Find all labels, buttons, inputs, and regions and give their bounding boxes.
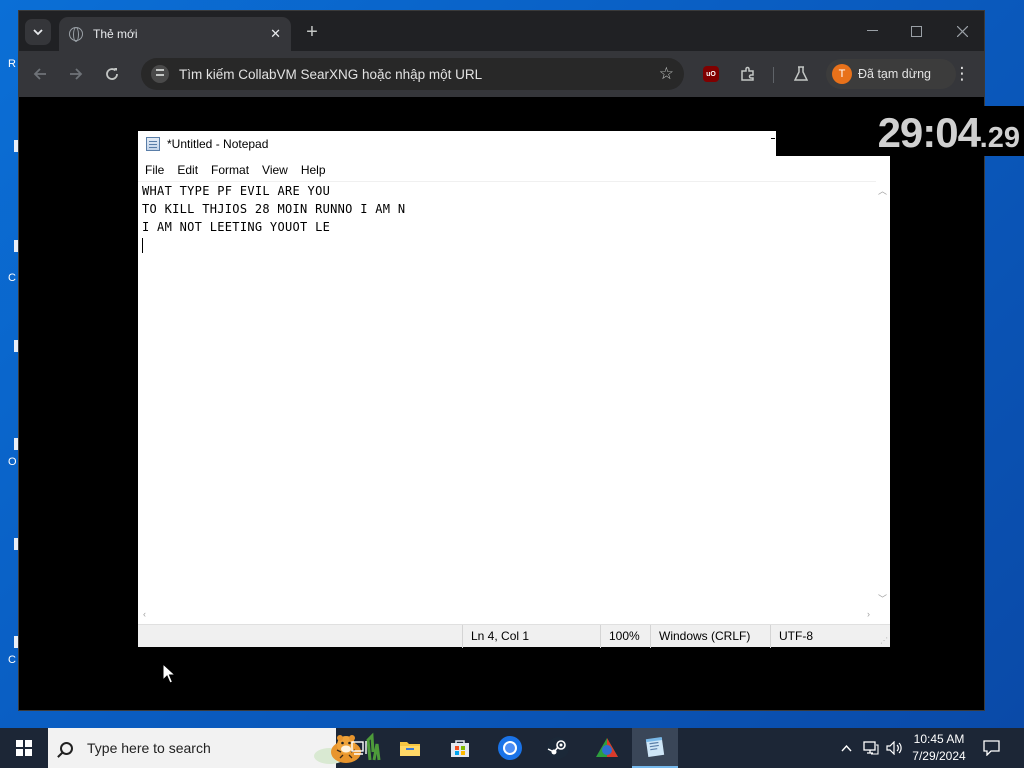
forward-arrow-icon[interactable] [63,61,89,87]
globe-icon [69,27,83,42]
plus-icon[interactable]: + [301,21,323,43]
start-button[interactable] [0,728,48,768]
vertical-scrollbar[interactable]: ︿ ﹀ [876,181,890,607]
desktop-icon-label[interactable]: O [8,456,17,468]
menu-edit[interactable]: Edit [177,163,198,177]
close-icon[interactable]: ✕ [270,26,281,42]
desktop-icon-label[interactable]: C [8,654,16,666]
windows-logo-icon [16,740,32,756]
scroll-down-icon[interactable]: ﹀ [878,592,887,605]
desktop-icon-label[interactable]: C [8,272,16,284]
menu-help[interactable]: Help [301,163,326,177]
avatar: T [832,64,852,84]
search-icon [60,741,73,755]
notepad-menubar: File Edit Format View Help [138,159,890,181]
taskbar: Type here to search 10:45 AM 7/29/2024 [0,728,1024,768]
notepad-taskbar-icon[interactable] [632,728,678,768]
volume-icon[interactable] [884,728,906,768]
cursor-position: Ln 4, Col 1 [462,625,600,648]
back-arrow-icon[interactable] [27,61,53,87]
steam-icon[interactable] [535,728,581,768]
menu-view[interactable]: View [262,163,288,177]
tab-title: Thẻ mới [93,27,138,41]
timer-fraction: .29 [979,122,1020,154]
taskbar-clock[interactable]: 10:45 AM 7/29/2024 [906,731,972,765]
taskbar-search-box[interactable]: Type here to search [48,728,381,768]
address-bar-placeholder: Tìm kiếm CollabVM SearXNG hoặc nhập một … [179,66,483,82]
scroll-left-icon[interactable]: ‹ [143,609,146,619]
menu-file[interactable]: File [145,163,164,177]
text-caret [142,238,143,253]
tab-search-button[interactable] [25,19,51,45]
notepad-titlebar: *Untitled - Notepad [138,131,775,156]
more-menu-icon[interactable]: ⋮ [951,63,973,85]
notepad-title: *Untitled - Notepad [167,136,269,151]
desktop-icon-label[interactable]: R [8,58,16,70]
scroll-right-icon[interactable]: › [867,609,870,619]
encoding: UTF-8 [770,625,890,648]
minimize-icon[interactable] [857,19,887,43]
timer-value: 29:04 [877,109,981,156]
resize-grip-icon[interactable]: ⋰ [880,636,888,645]
text-line: TO KILL THJIOS 28 MOIN RUNNO I AM N [142,202,406,216]
reload-icon[interactable] [99,61,125,87]
scroll-up-icon[interactable]: ︿ [878,184,887,197]
mouse-cursor-icon [162,663,176,684]
chevron-down-icon [33,28,43,35]
search-placeholder: Type here to search [87,740,211,756]
show-hidden-icons-icon[interactable] [836,728,856,768]
bookmark-star-icon[interactable]: ☆ [659,64,674,84]
notepad-icon [146,136,160,151]
browser-titlebar: Thẻ mới ✕ + [19,11,984,51]
clock-time: 10:45 AM [913,732,965,746]
browser-toolbar: Tìm kiếm CollabVM SearXNG hoặc nhập một … [19,51,984,97]
site-info-icon[interactable] [151,65,169,83]
zoom-level: 100% [600,625,650,648]
profile-status-label: Đã tạm dừng [858,67,931,81]
clock-date: 7/29/2024 [912,749,966,763]
notepad-window: *Untitled - Notepad File Edit Format Vie… [138,131,890,648]
text-editor[interactable]: WHAT TYPE PF EVIL ARE YOU TO KILL THJIOS… [138,181,876,607]
toolbar-divider [773,67,774,83]
extensions-puzzle-icon[interactable] [738,64,758,84]
menu-format[interactable]: Format [211,163,249,177]
network-icon[interactable] [860,728,882,768]
address-bar[interactable]: Tìm kiếm CollabVM SearXNG hoặc nhập một … [141,58,684,90]
ublock-origin-icon[interactable]: uO [703,66,719,82]
chrome-icon[interactable] [487,728,533,768]
microsoft-store-icon[interactable] [437,728,483,768]
timer-overlay: 29:04 .29 [776,106,1024,156]
text-line: WHAT TYPE PF EVIL ARE YOU [142,184,331,198]
labs-flask-icon[interactable] [791,64,811,84]
file-explorer-icon[interactable] [387,728,433,768]
tab-new-tab[interactable]: Thẻ mới ✕ [59,17,291,51]
status-bar: Ln 4, Col 1 100% Windows (CRLF) UTF-8 ⋰ [138,624,890,648]
task-view-icon[interactable] [337,728,383,768]
line-ending: Windows (CRLF) [650,625,770,648]
text-line: I AM NOT LEETING YOUOT LE [142,220,331,234]
minimize-icon[interactable] [771,138,775,139]
maximize-icon[interactable] [901,19,931,43]
xbox-app-icon[interactable] [584,728,630,768]
scrollbar-corner [876,607,890,624]
close-window-icon[interactable] [947,19,977,43]
horizontal-scrollbar[interactable]: ‹ › [138,607,876,624]
profile-button[interactable]: T Đã tạm dừng [826,59,956,89]
notification-center-icon[interactable] [976,728,1006,768]
